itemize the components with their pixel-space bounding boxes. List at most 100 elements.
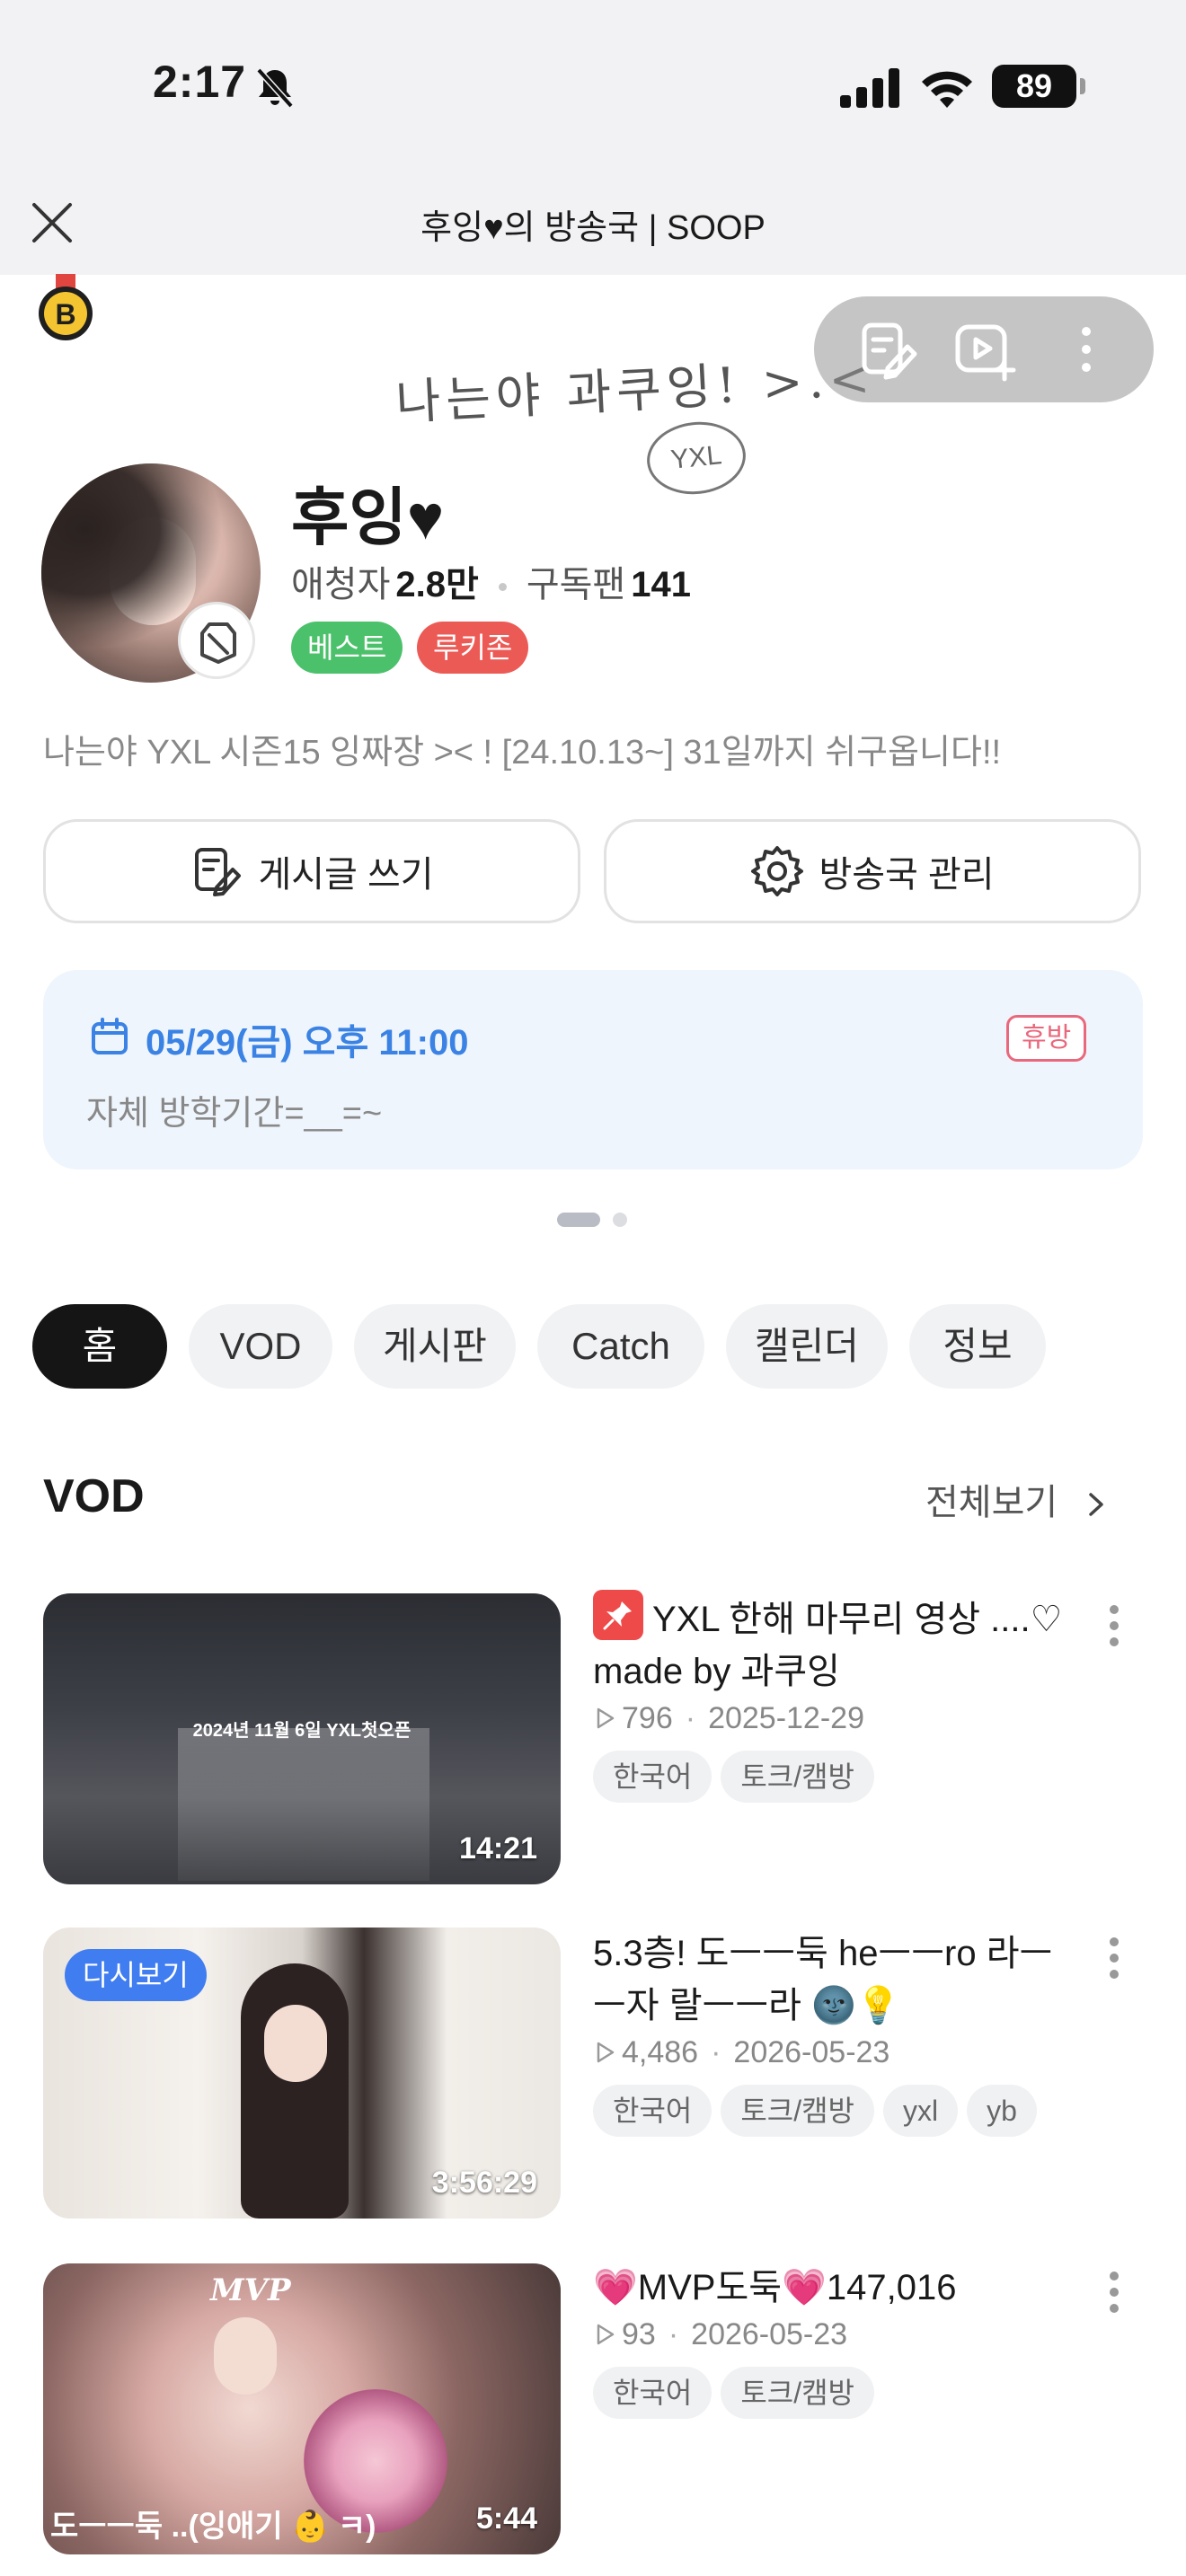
thumbnail-caption: 도ㅡㅡ둑 ..(잉애기 👶 ㅋ) [50, 2510, 376, 2544]
signal-icon [840, 68, 899, 108]
vod-more-button[interactable] [1096, 1599, 1132, 1653]
vod-info[interactable]: 💗MVP도둑💗147,016 93 · 2026-05-23 한국어 토크/캠방 [593, 2262, 1078, 2419]
vod-tag[interactable]: yb [967, 2085, 1037, 2137]
vod-tag[interactable]: 토크/캠방 [721, 2367, 874, 2419]
write-post-label: 게시글 쓰기 [258, 855, 434, 895]
chevron-right-icon [1089, 1493, 1104, 1517]
vod-date: 2025-12-29 [708, 1701, 864, 1735]
thumbnail-mvp-mark: MVP [210, 2272, 291, 2308]
vod-thumbnail[interactable]: 2024년 11월 6일 YXL첫오픈 14:21 [43, 1593, 561, 1884]
stats-separator [498, 582, 507, 591]
vod-thumbnail[interactable]: 다시보기 3:56:29 [43, 1928, 561, 2219]
vod-info[interactable]: YXL 한해 마무리 영상 ....♡ made by 과쿠잉 796 · 2025… [593, 1590, 1078, 1803]
best-badge: 베스트 [291, 622, 403, 674]
vod-info[interactable]: 5.3층! 도ㅡㅡ둑 heㅡㅡro 라ㅡㅡ자 랄ㅡㅡ라 🌚💡 4,486 · 202… [593, 1928, 1078, 2137]
schedule-card[interactable]: 05/29(금) 오후 11:00 휴방 자체 방학기간=__=~ [43, 970, 1143, 1169]
vod-views: 4,486 [622, 2035, 699, 2069]
vod-title: YXL 한해 마무리 영상 ....♡ made by 과쿠잉 [593, 1590, 1078, 1698]
vod-tag[interactable]: 한국어 [593, 2085, 712, 2137]
vod-tags: 한국어 토크/캠방 [593, 2367, 1078, 2419]
vod-duration: 5:44 [475, 2501, 537, 2536]
vod-thumbnail[interactable]: MVP 도ㅡㅡ둑 ..(잉애기 👶 ㅋ) 5:44 [43, 2263, 561, 2554]
carousel-dot-active [557, 1213, 600, 1227]
edit-post-icon [195, 848, 242, 896]
vod-meta: 796 · 2025-12-29 [593, 1701, 1078, 1736]
viewers-label: 애청자 [291, 565, 391, 604]
vod-date: 2026-05-23 [733, 2035, 890, 2069]
vod-tag[interactable]: 토크/캠방 [721, 1751, 874, 1803]
vod-tags: 한국어 토크/캠방 yxl yb [593, 2085, 1078, 2137]
share-badge-icon [200, 622, 236, 664]
play-icon [597, 2324, 615, 2345]
vod-views: 93 [622, 2317, 656, 2351]
browser-title: 후잉♥의 방송국 | SOOP [420, 209, 766, 247]
bell-off-icon [256, 67, 294, 109]
tab-calendar[interactable]: 캘린더 [726, 1304, 888, 1389]
more-options-button[interactable] [1051, 314, 1121, 384]
vod-section-title: VOD [43, 1470, 145, 1522]
svg-text:B: B [55, 298, 75, 331]
banner-action-pill [814, 296, 1154, 402]
vod-views: 796 [622, 1701, 673, 1735]
thumbnail-face [214, 2317, 277, 2395]
manage-station-button[interactable]: 방송국 관리 [604, 819, 1141, 923]
tab-board[interactable]: 게시판 [354, 1304, 516, 1389]
vod-meta: 93 · 2026-05-23 [593, 2317, 1078, 2352]
more-vertical-icon [1110, 2272, 1119, 2313]
calendar-icon [92, 1018, 128, 1054]
edit-post-button[interactable] [852, 314, 922, 384]
schedule-status-badge: 휴방 [1006, 1015, 1087, 1062]
vod-duration: 14:21 [459, 1831, 537, 1866]
vod-duration: 3:56:29 [431, 2166, 537, 2200]
gear-icon [751, 846, 804, 896]
thumbnail-stage [178, 1728, 429, 1881]
vod-date: 2026-05-23 [691, 2317, 848, 2351]
share-badge-button[interactable] [178, 602, 255, 679]
thumbnail-face [264, 2005, 327, 2082]
vod-more-button[interactable] [1096, 2265, 1132, 2319]
banner-yxl-text: YXL [669, 440, 723, 475]
schedule-text: 자체 방학기간=__=~ [86, 1095, 383, 1133]
subscribers-label: 구독팬 [526, 565, 626, 604]
tab-catch[interactable]: Catch [537, 1304, 704, 1389]
more-vertical-icon [1082, 327, 1091, 372]
rookie-badge: 루키존 [417, 622, 529, 674]
pin-icon [593, 1590, 643, 1640]
play-icon [597, 2042, 615, 2063]
play-icon [597, 1707, 615, 1729]
view-all-label: 전체보기 [925, 1483, 1058, 1522]
vod-tags: 한국어 토크/캠방 [593, 1751, 1078, 1803]
vod-tag[interactable]: 토크/캠방 [721, 2085, 874, 2137]
tab-info[interactable]: 정보 [909, 1304, 1046, 1389]
medal-icon: B [39, 274, 93, 340]
tab-home[interactable]: 홈 [32, 1304, 167, 1389]
more-vertical-icon [1110, 1937, 1119, 1979]
wifi-icon [922, 71, 972, 108]
vod-tag[interactable]: 한국어 [593, 2367, 712, 2419]
edit-post-icon [862, 322, 917, 380]
manage-station-label: 방송국 관리 [819, 855, 995, 895]
add-video-icon [955, 324, 1016, 382]
subscribers-value: 141 [631, 565, 691, 604]
station-description: 나는야 YXL 시즌15 잉짜장 >< ! [24.10.13~] 31일까지 … [43, 734, 1002, 772]
status-time: 2:17 [153, 57, 247, 107]
vod-more-button[interactable] [1096, 1931, 1132, 1985]
battery-indicator: 89 [992, 65, 1085, 108]
vod-tag[interactable]: yxl [882, 2085, 959, 2137]
more-vertical-icon [1110, 1605, 1119, 1646]
replay-badge: 다시보기 [65, 1949, 207, 2001]
vod-title: 💗MVP도둑💗147,016 [593, 2268, 957, 2307]
profile-stats: 애청자 2.8만 구독팬 141 [291, 555, 691, 607]
tab-vod[interactable]: VOD [189, 1304, 332, 1389]
add-video-button[interactable] [949, 314, 1019, 384]
thumbnail-overlay-text: 2024년 11월 6일 YXL첫오픈 [192, 1721, 412, 1741]
write-post-button[interactable]: 게시글 쓰기 [43, 819, 580, 923]
schedule-date: 05/29(금) 오후 11:00 [146, 1023, 469, 1063]
view-all-link[interactable]: 전체보기 [925, 1473, 1111, 1525]
viewers-value: 2.8만 [395, 565, 479, 604]
vod-tag[interactable]: 한국어 [593, 1751, 712, 1803]
vod-meta: 4,486 · 2026-05-23 [593, 2035, 1078, 2070]
carousel-dot [613, 1213, 627, 1227]
profile-name: 후잉♥ [291, 482, 445, 552]
status-bar: 2:17 89 [0, 0, 1186, 171]
